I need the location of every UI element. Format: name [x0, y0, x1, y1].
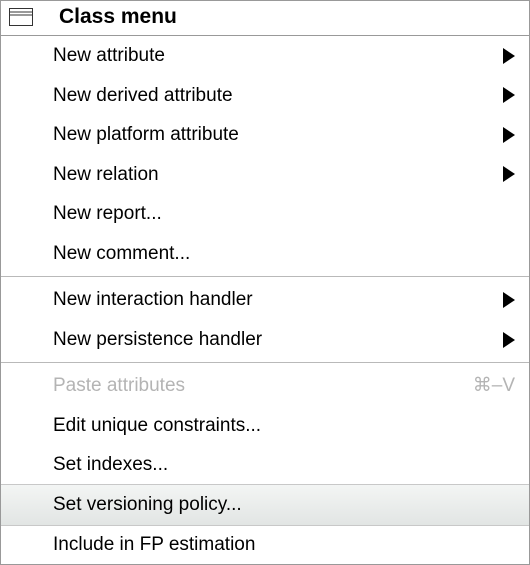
class-context-menu: Class menu New attribute New derived att…: [0, 0, 530, 565]
menu-item-label: Set versioning policy...: [53, 491, 515, 519]
submenu-arrow-icon: [503, 166, 515, 182]
menu-item-include-fp-estimation[interactable]: Include in FP estimation: [1, 525, 529, 565]
menu-item-shortcut: ⌘–V: [473, 372, 515, 400]
menu-item-label: New attribute: [53, 42, 503, 70]
menu-item-label: New report...: [53, 200, 515, 228]
submenu-arrow-icon: [503, 332, 515, 348]
menu-item-label: Paste attributes: [53, 372, 473, 400]
menu-item-new-interaction-handler[interactable]: New interaction handler: [1, 280, 529, 320]
menu-item-label: Edit unique constraints...: [53, 412, 515, 440]
menu-title: Class menu: [59, 5, 177, 29]
menu-item-label: New derived attribute: [53, 82, 503, 110]
menu-item-new-attribute[interactable]: New attribute: [1, 36, 529, 76]
window-icon: [9, 8, 33, 26]
submenu-arrow-icon: [503, 127, 515, 143]
menu-item-set-indexes[interactable]: Set indexes...: [1, 445, 529, 485]
menu-item-new-derived-attribute[interactable]: New derived attribute: [1, 76, 529, 116]
menu-item-new-relation[interactable]: New relation: [1, 155, 529, 195]
submenu-arrow-icon: [503, 48, 515, 64]
menu-item-edit-unique-constraints[interactable]: Edit unique constraints...: [1, 406, 529, 446]
menu-item-label: Set indexes...: [53, 451, 515, 479]
menu-item-label: New comment...: [53, 240, 515, 268]
menu-item-new-persistence-handler[interactable]: New persistence handler: [1, 320, 529, 360]
submenu-arrow-icon: [503, 292, 515, 308]
menu-item-label: New persistence handler: [53, 326, 503, 354]
menu-separator: [1, 276, 529, 277]
menu-item-label: Include in FP estimation: [53, 531, 515, 559]
menu-item-label: New interaction handler: [53, 286, 503, 314]
menu-header: Class menu: [1, 1, 529, 36]
menu-item-label: New platform attribute: [53, 121, 503, 149]
menu-item-new-report[interactable]: New report...: [1, 194, 529, 234]
menu-item-new-comment[interactable]: New comment...: [1, 234, 529, 274]
menu-item-label: New relation: [53, 161, 503, 189]
menu-item-set-versioning-policy[interactable]: Set versioning policy...: [1, 484, 529, 526]
menu-item-new-platform-attribute[interactable]: New platform attribute: [1, 115, 529, 155]
menu-item-paste-attributes: Paste attributes ⌘–V: [1, 366, 529, 406]
menu-separator: [1, 362, 529, 363]
submenu-arrow-icon: [503, 87, 515, 103]
